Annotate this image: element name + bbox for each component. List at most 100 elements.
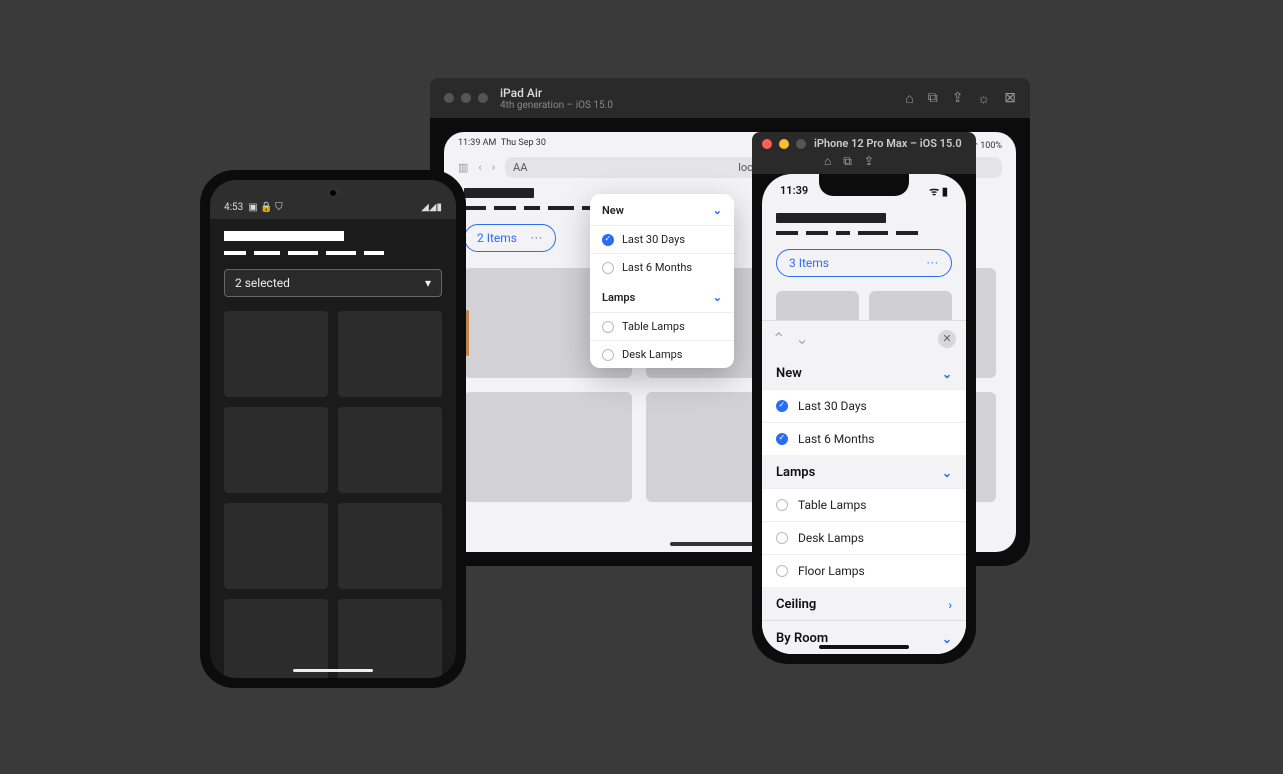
filter-option[interactable]: Table Lamps bbox=[762, 488, 966, 521]
sheet-section-lamps[interactable]: Lamps ⌄ bbox=[762, 455, 966, 488]
section-title: By Room bbox=[776, 631, 828, 646]
android-time: 4:53 bbox=[224, 202, 243, 213]
option-label: Last 30 Days bbox=[622, 233, 685, 246]
section-title: New bbox=[602, 204, 624, 217]
option-label: Last 6 Months bbox=[622, 261, 692, 274]
filter-option[interactable]: Last 6 Months bbox=[762, 422, 966, 455]
screenshot-icon[interactable]: ⧉ bbox=[928, 90, 938, 107]
iphone-time: 11:39 bbox=[780, 184, 808, 199]
grid-tile[interactable] bbox=[224, 311, 328, 397]
share-icon[interactable]: ⇪ bbox=[864, 154, 874, 169]
option-label: Floor Lamps bbox=[798, 564, 865, 578]
lock-icon: 🔒 bbox=[260, 202, 272, 213]
filter-select[interactable]: 2 selected ▾ bbox=[224, 269, 442, 297]
grid-tile[interactable] bbox=[338, 407, 442, 493]
notch bbox=[819, 174, 909, 196]
chevron-right-icon: › bbox=[948, 598, 952, 612]
iphone-title: iPhone 12 Pro Max – iOS 15.0 bbox=[814, 137, 962, 150]
more-icon: ··· bbox=[927, 256, 939, 270]
radio-checked-icon bbox=[602, 234, 614, 246]
home-icon[interactable]: ⌂ bbox=[905, 90, 913, 107]
section-title: New bbox=[776, 366, 802, 381]
camera-hole bbox=[328, 188, 338, 198]
forward-icon[interactable]: › bbox=[492, 161, 495, 174]
option-label: Last 30 Days bbox=[798, 399, 867, 413]
ipad-title: iPad Air bbox=[500, 86, 893, 100]
reader-icon[interactable]: AA bbox=[513, 161, 527, 174]
filter-pill[interactable]: 2 Items ··· bbox=[464, 224, 556, 252]
brightness-icon[interactable]: ☼ bbox=[977, 90, 990, 107]
iphone-simulator-window: iPhone 12 Pro Max – iOS 15.0 ⌂ ⧉ ⇪ 11:39… bbox=[752, 132, 976, 664]
radio-icon bbox=[602, 321, 614, 333]
page-title-placeholder bbox=[224, 231, 344, 241]
android-screen: 4:53 ▣ 🔒 ⛉ ◢◢▮ 2 selected ▾ bbox=[210, 180, 456, 678]
filter-option[interactable]: Floor Lamps bbox=[762, 554, 966, 587]
iphone-bezel: 11:39 ᯤ ▮ 3 Items ··· bbox=[752, 174, 976, 664]
android-device: 4:53 ▣ 🔒 ⛉ ◢◢▮ 2 selected ▾ bbox=[200, 170, 466, 688]
radio-checked-icon bbox=[776, 433, 788, 445]
chevron-down-icon: ⌄ bbox=[942, 466, 952, 480]
filter-sheet: ⌃ ⌄ ✕ New ⌄ Last 30 Days Last 6 Months bbox=[762, 320, 966, 654]
page-title-placeholder bbox=[776, 213, 886, 223]
back-icon[interactable]: ‹ bbox=[478, 161, 481, 174]
ipad-titlebar: iPad Air 4th generation – iOS 15.0 ⌂ ⧉ ⇪… bbox=[430, 78, 1030, 118]
product-grid bbox=[224, 311, 442, 678]
share-icon[interactable]: ⇪ bbox=[952, 90, 964, 107]
screenshot-icon[interactable]: ⧉ bbox=[843, 154, 852, 169]
notif-icon: ▣ bbox=[248, 202, 257, 213]
breadcrumb-placeholder bbox=[224, 251, 442, 255]
grid-tile[interactable] bbox=[224, 503, 328, 589]
sidebar-toggle-icon[interactable]: ▥ bbox=[458, 161, 468, 174]
filter-option[interactable]: Desk Lamps bbox=[762, 521, 966, 554]
grid-tile[interactable] bbox=[338, 503, 442, 589]
option-label: Table Lamps bbox=[622, 320, 685, 333]
popover-section-new[interactable]: New ⌄ bbox=[590, 194, 734, 225]
breadcrumb-placeholder bbox=[776, 231, 952, 235]
window-traffic-lights[interactable] bbox=[762, 139, 806, 149]
grid-tile[interactable] bbox=[338, 311, 442, 397]
radio-icon bbox=[776, 532, 788, 544]
chevron-up-icon[interactable]: ⌃ bbox=[772, 329, 785, 348]
filter-option[interactable]: Last 30 Days bbox=[762, 389, 966, 422]
chevron-down-icon[interactable]: ⌄ bbox=[795, 329, 808, 348]
page-title-placeholder bbox=[464, 188, 534, 198]
radio-icon bbox=[776, 565, 788, 577]
filter-option[interactable]: Desk Lamps bbox=[590, 340, 734, 368]
home-icon[interactable]: ⌂ bbox=[824, 154, 831, 169]
filter-option[interactable]: Last 30 Days bbox=[590, 225, 734, 253]
grid-tile[interactable] bbox=[338, 599, 442, 678]
section-title: Lamps bbox=[602, 291, 635, 304]
sheet-section-ceiling[interactable]: Ceiling › bbox=[762, 587, 966, 620]
home-indicator[interactable] bbox=[819, 645, 909, 649]
select-label: 2 selected bbox=[235, 276, 290, 290]
filter-option[interactable]: Last 6 Months bbox=[590, 253, 734, 281]
filter-popover: New ⌄ Last 30 Days Last 6 Months Lamps ⌄ bbox=[590, 194, 734, 368]
chevron-down-icon: ⌄ bbox=[942, 632, 952, 646]
home-indicator[interactable] bbox=[293, 669, 373, 672]
window-traffic-lights[interactable] bbox=[444, 93, 488, 103]
ipad-subtitle: 4th generation – iOS 15.0 bbox=[500, 100, 893, 111]
close-icon[interactable]: ⊠ bbox=[1004, 90, 1016, 107]
filter-pill[interactable]: 3 Items ··· bbox=[776, 249, 952, 277]
radio-icon bbox=[776, 499, 788, 511]
chevron-down-icon: ⌄ bbox=[713, 291, 722, 304]
filter-option[interactable]: Table Lamps bbox=[590, 312, 734, 340]
close-sheet-button[interactable]: ✕ bbox=[938, 330, 956, 348]
option-label: Table Lamps bbox=[798, 498, 866, 512]
power-button[interactable] bbox=[466, 310, 469, 356]
filter-summary: 3 Items bbox=[789, 256, 829, 270]
sheet-section-new[interactable]: New ⌄ bbox=[762, 356, 966, 389]
ipad-date: Thu Sep 30 bbox=[501, 138, 546, 148]
option-label: Desk Lamps bbox=[798, 531, 864, 545]
grid-tile[interactable] bbox=[224, 407, 328, 493]
iphone-screen: 11:39 ᯤ ▮ 3 Items ··· bbox=[762, 174, 966, 654]
chevron-down-icon: ⌄ bbox=[942, 367, 952, 381]
grid-tile[interactable] bbox=[464, 392, 632, 502]
radio-checked-icon bbox=[776, 400, 788, 412]
more-icon: ··· bbox=[531, 231, 543, 245]
option-label: Desk Lamps bbox=[622, 348, 682, 361]
grid-tile[interactable] bbox=[224, 599, 328, 678]
ipad-time: 11:39 AM bbox=[458, 138, 496, 148]
option-label: Last 6 Months bbox=[798, 432, 874, 446]
popover-section-lamps[interactable]: Lamps ⌄ bbox=[590, 281, 734, 312]
